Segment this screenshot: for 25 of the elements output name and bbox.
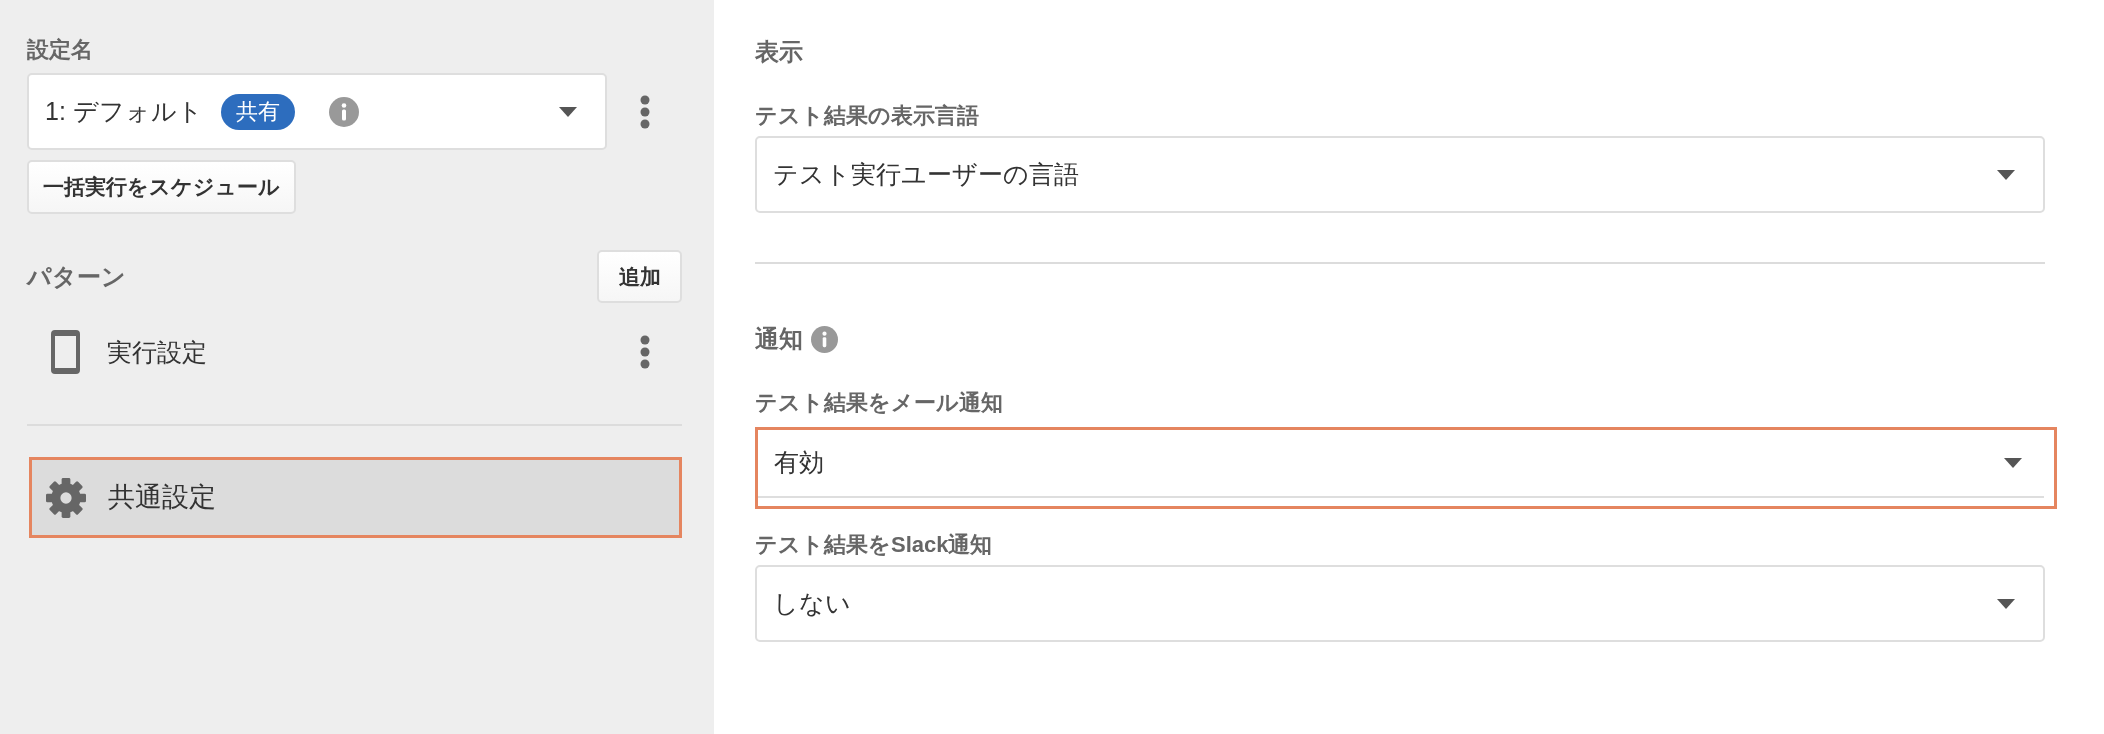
schedule-button[interactable]: 一括実行をスケジュール: [27, 160, 296, 214]
common-settings-item[interactable]: 共通設定: [29, 457, 682, 538]
field-label: テスト結果をSlack通知: [755, 531, 994, 558]
field-label: 設定名: [27, 36, 94, 63]
more-options-icon[interactable]: [639, 94, 650, 129]
info-icon[interactable]: [328, 96, 359, 127]
section-heading: 通知: [755, 324, 803, 354]
setting-select[interactable]: 1: デフォルト 共有: [27, 73, 607, 150]
pattern-item[interactable]: 実行設定: [107, 337, 207, 367]
dropdown-caret-icon[interactable]: [1997, 598, 2015, 609]
select-field[interactable]: テスト実行ユーザーの言語: [755, 136, 2045, 213]
dropdown-caret-icon[interactable]: [1997, 169, 2015, 180]
dropdown-caret-icon[interactable]: [2004, 458, 2022, 468]
dropdown-caret-icon[interactable]: [559, 106, 577, 117]
shared-badge: 共有: [220, 93, 295, 130]
section-heading: パターン: [27, 263, 126, 290]
add-button[interactable]: 追加: [597, 250, 682, 303]
gear-icon: [46, 477, 86, 518]
section-heading: 表示: [755, 37, 803, 67]
field-label: テスト結果の表示言語: [755, 102, 980, 129]
select-field[interactable]: しない: [755, 565, 2045, 642]
phone-icon: [51, 330, 80, 374]
more-options-icon[interactable]: [639, 335, 650, 369]
info-icon[interactable]: [811, 325, 838, 353]
field-label: テスト結果をメール通知: [755, 389, 1004, 416]
